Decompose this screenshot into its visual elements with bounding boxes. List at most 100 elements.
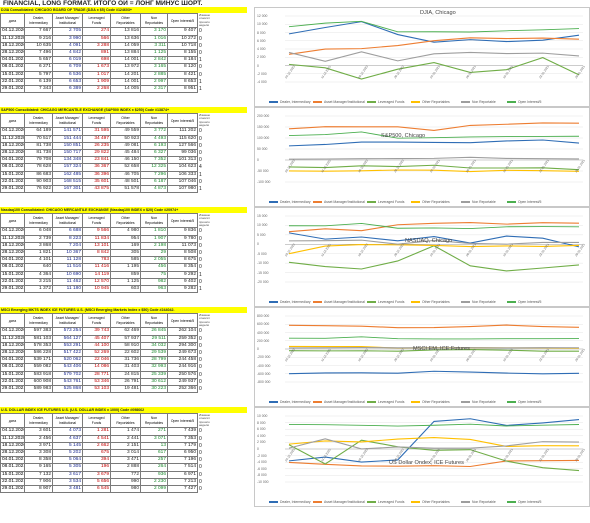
value-cell[interactable]: 603	[110, 284, 141, 294]
date-cell[interactable]: 11.12.2020	[0, 434, 25, 443]
value-cell[interactable]: 101 313	[167, 156, 198, 165]
value-cell[interactable]: 3 311	[140, 41, 168, 50]
value-cell[interactable]: 7 353	[167, 434, 198, 443]
value-cell[interactable]: 23 841	[82, 156, 111, 165]
legend-item[interactable]: Asset Manager/Institutional	[313, 100, 365, 104]
value-cell[interactable]: 597 383	[24, 327, 53, 336]
value-cell[interactable]: 3 868	[24, 241, 53, 250]
value-cell[interactable]: 963	[140, 284, 168, 294]
value-cell[interactable]: 8 653	[167, 77, 198, 87]
value-cell[interactable]: 6 271	[24, 63, 53, 72]
date-cell[interactable]: 22.01.2021	[0, 177, 25, 187]
value-cell[interactable]: 259 352	[167, 334, 198, 343]
value-cell[interactable]: 9 292	[167, 270, 198, 279]
value-cell[interactable]: 31 595	[82, 127, 111, 136]
date-cell[interactable]: 18.12.2020	[0, 241, 25, 250]
value-cell[interactable]: 3 990	[52, 34, 83, 43]
change-flag-cell[interactable]: 0	[198, 357, 211, 364]
value-cell[interactable]: 28 799	[140, 356, 168, 365]
value-cell[interactable]: 8 354	[167, 263, 198, 272]
date-cell[interactable]: 08.01.2021	[0, 63, 25, 72]
value-cell[interactable]: 151 444	[52, 134, 83, 143]
date-cell[interactable]: 18.12.2020	[0, 341, 25, 350]
value-cell[interactable]: 6 019	[52, 56, 83, 65]
date-cell[interactable]: 22.01.2021	[0, 477, 25, 487]
value-cell[interactable]: 6 971	[167, 470, 198, 479]
value-cell[interactable]: 543 406	[52, 363, 83, 372]
value-cell[interactable]: 58 910	[110, 341, 141, 350]
legend-item[interactable]: Dealer, Intermediary	[269, 400, 311, 404]
legend-item[interactable]: Non Reportable	[461, 200, 496, 204]
date-cell[interactable]: 04.12.2020	[0, 27, 25, 36]
date-cell[interactable]: 04.01.2021	[0, 456, 25, 465]
value-cell[interactable]: 14 059	[110, 41, 141, 50]
value-cell[interactable]: 249 937	[167, 377, 198, 387]
value-cell[interactable]: 2 441	[110, 434, 141, 443]
value-cell[interactable]: 9 780	[167, 234, 198, 243]
legend-item[interactable]: Other Reportables	[411, 500, 450, 504]
value-cell[interactable]: 564 127	[52, 334, 83, 343]
value-cell[interactable]: 79 708	[24, 156, 53, 165]
value-cell[interactable]: 1 016	[140, 34, 168, 43]
chart-panel[interactable]: 200 000 150 000 100 000 50 000 0 -50 000 -100 …	[254, 107, 590, 207]
value-cell[interactable]: 1 673	[82, 63, 111, 72]
value-cell[interactable]: 29 822	[82, 148, 111, 158]
value-cell[interactable]: 127 566	[167, 141, 198, 150]
value-cell[interactable]: 1 474	[110, 427, 141, 436]
value-cell[interactable]: 14 119	[82, 270, 111, 279]
value-cell[interactable]: 7 667	[24, 27, 53, 36]
value-cell[interactable]: 3 601	[24, 427, 53, 436]
value-cell[interactable]: 14 086	[82, 363, 111, 372]
value-cell[interactable]: 46 150	[110, 156, 141, 165]
change-flag-cell[interactable]: 0	[198, 142, 211, 149]
value-cell[interactable]: 600 908	[24, 377, 53, 387]
value-cell[interactable]: 264	[140, 463, 168, 472]
change-flag-cell[interactable]: 0	[198, 471, 211, 478]
value-cell[interactable]: 772	[110, 470, 141, 479]
value-cell[interactable]: 2 997	[140, 77, 168, 87]
value-cell[interactable]: 675	[82, 448, 111, 458]
value-cell[interactable]: 111 202	[167, 127, 198, 136]
value-cell[interactable]: 2 268	[82, 84, 111, 94]
date-cell[interactable]: 18.12.2020	[0, 41, 25, 50]
value-cell[interactable]: 6 950	[167, 448, 198, 458]
value-cell[interactable]: 11 462	[52, 277, 83, 287]
value-cell[interactable]: 980	[110, 484, 141, 494]
value-cell[interactable]: 12 325	[140, 163, 168, 172]
value-cell[interactable]: 81 738	[24, 148, 53, 158]
value-cell[interactable]: 9 216	[24, 34, 53, 43]
value-cell[interactable]: 141 571	[52, 127, 83, 136]
value-cell[interactable]: 2 885	[140, 70, 168, 79]
value-cell[interactable]: 3 534	[52, 477, 83, 487]
value-cell[interactable]: 4 073	[52, 427, 83, 436]
value-cell[interactable]: 271	[140, 427, 168, 436]
value-cell[interactable]: 13 884	[110, 48, 141, 58]
date-cell[interactable]: 15.01.2021	[0, 370, 25, 379]
value-cell[interactable]: 6 688	[52, 227, 83, 236]
value-cell[interactable]: 6 709	[52, 63, 83, 72]
value-cell[interactable]: 44 100	[82, 341, 111, 350]
date-cell[interactable]: 28.12.2020	[0, 248, 25, 258]
value-cell[interactable]: 6 389	[52, 84, 83, 94]
value-cell[interactable]: 6 536	[52, 70, 83, 79]
legend-item[interactable]: Asset Manager/Institutional	[313, 500, 365, 504]
value-cell[interactable]: 62 469	[110, 327, 141, 336]
value-cell[interactable]: 35 601	[82, 177, 111, 187]
value-cell[interactable]: 394	[82, 456, 111, 465]
value-cell[interactable]: 7 439	[167, 427, 198, 436]
value-cell[interactable]: 7 204	[52, 241, 83, 250]
change-flag-cell[interactable]: 0	[198, 349, 211, 356]
value-cell[interactable]: 36 396	[82, 170, 111, 179]
change-flag-cell[interactable]: 0	[198, 457, 211, 464]
value-cell[interactable]: 10 690	[52, 270, 83, 279]
value-cell[interactable]: 250 576	[167, 370, 198, 379]
value-cell[interactable]: 43 875	[82, 184, 111, 194]
value-cell[interactable]: 4 873	[140, 184, 168, 194]
value-cell[interactable]: 2 230	[140, 477, 168, 487]
value-cell[interactable]: 8 907	[24, 484, 53, 494]
date-cell[interactable]: 29.01.2021	[0, 384, 25, 394]
value-cell[interactable]: 9 407	[167, 27, 198, 36]
value-cell[interactable]: 107 980	[167, 184, 198, 194]
value-cell[interactable]: 86 683	[24, 170, 53, 179]
date-cell[interactable]: 29.01.2021	[0, 184, 25, 194]
